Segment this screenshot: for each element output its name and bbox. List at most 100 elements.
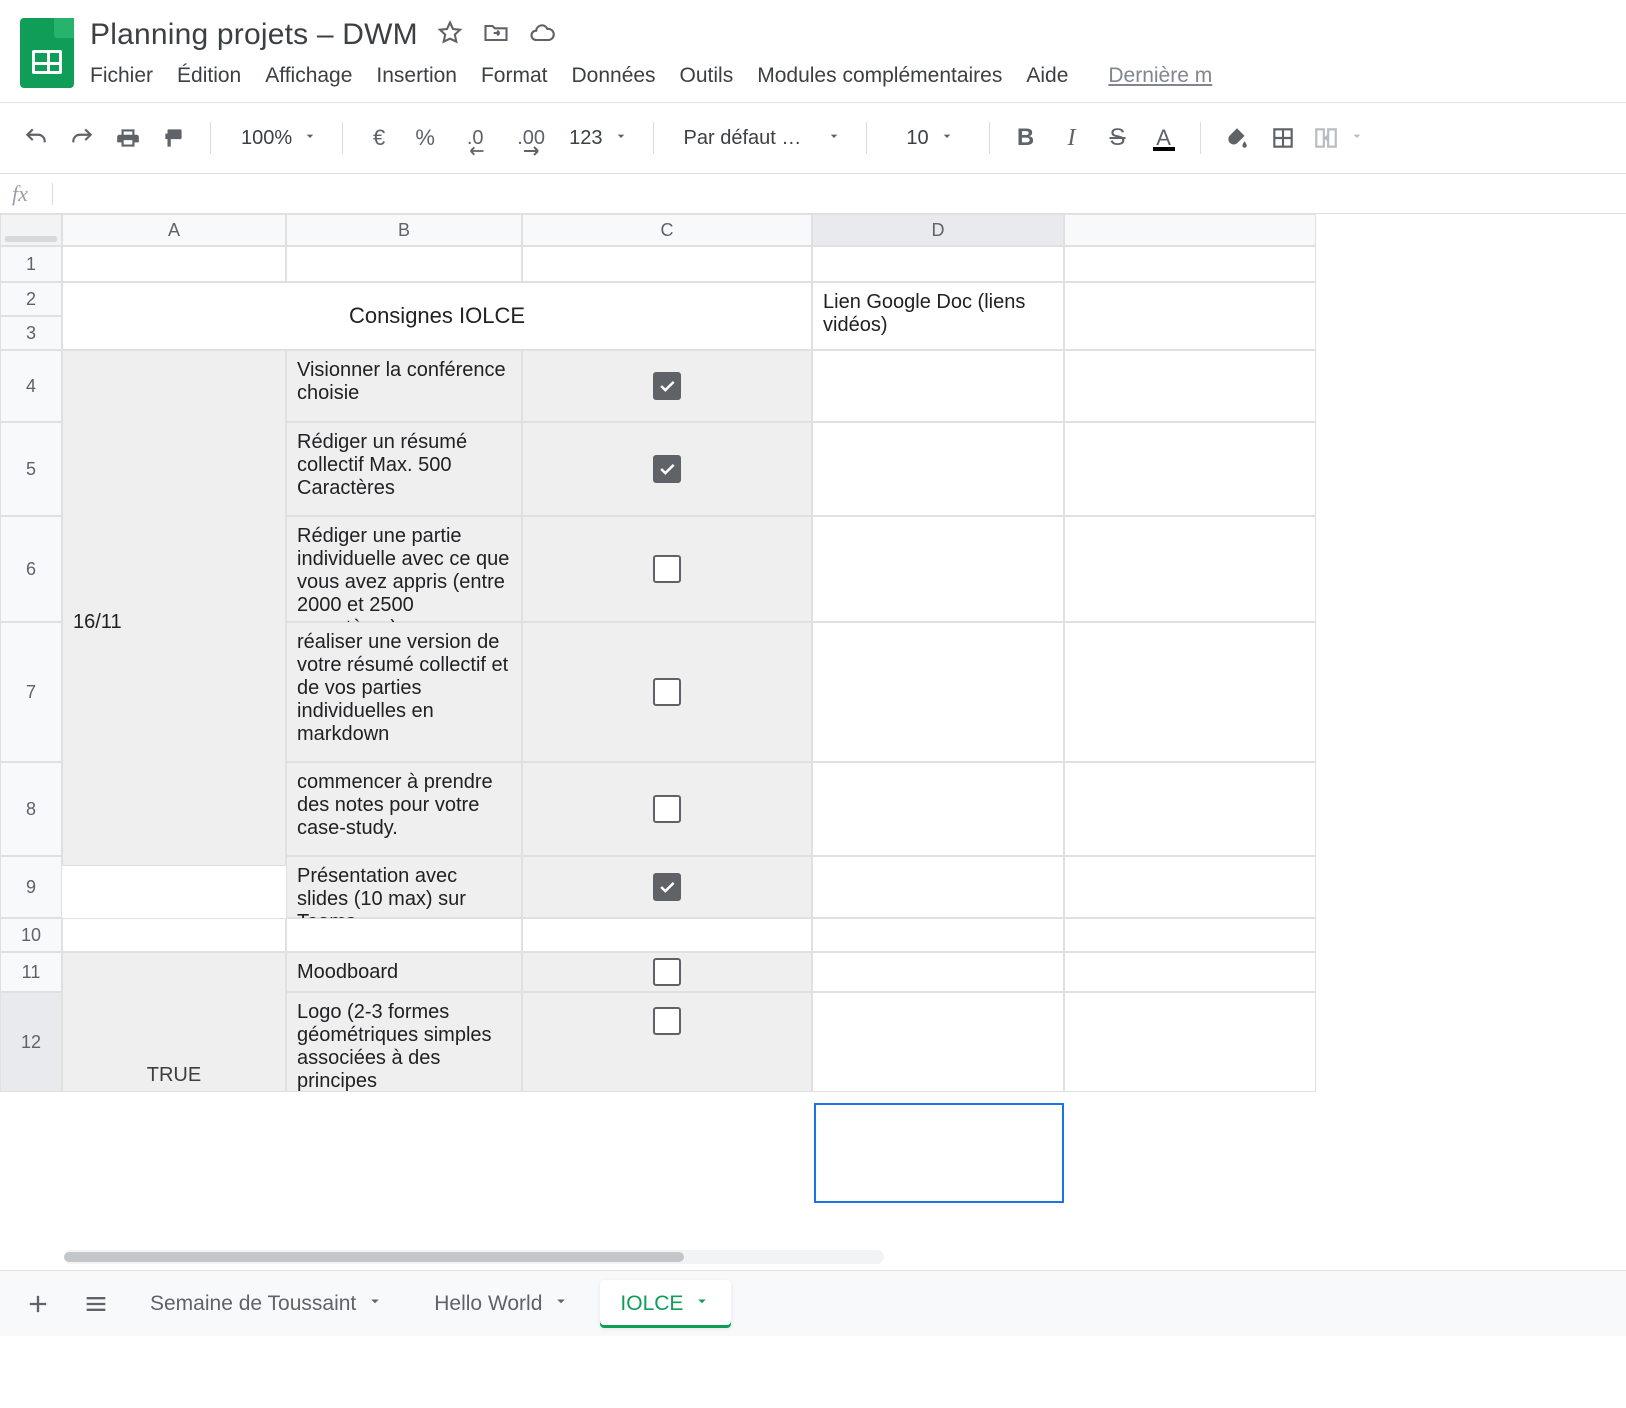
add-sheet-button[interactable] [14, 1280, 62, 1328]
menu-insertion[interactable]: Insertion [376, 64, 457, 88]
cell-e11[interactable] [1064, 952, 1316, 992]
cell-d12[interactable] [812, 992, 1064, 1092]
menu-format[interactable]: Format [481, 64, 548, 88]
paint-format-button[interactable] [154, 118, 194, 158]
font-size-select[interactable]: 10 [883, 118, 973, 158]
cell-d1[interactable] [812, 246, 1064, 282]
row-head-4[interactable]: 4 [0, 350, 62, 422]
cell-b5[interactable]: Rédiger un résumé collectif Max. 500 Car… [286, 422, 522, 516]
row-head-9[interactable]: 9 [0, 856, 62, 918]
row-head-12[interactable]: 12 [0, 992, 62, 1092]
cell-b7[interactable]: réaliser une version de votre résumé col… [286, 622, 522, 762]
text-color-button[interactable]: A [1144, 118, 1184, 158]
cell-c9[interactable] [522, 856, 812, 918]
undo-button[interactable] [16, 118, 56, 158]
cell-b9[interactable]: Présentation avec slides (10 max) sur Te… [286, 856, 522, 918]
row-head-5[interactable]: 5 [0, 422, 62, 516]
row-head-10[interactable]: 10 [0, 918, 62, 952]
scrollbar-thumb[interactable] [64, 1252, 684, 1262]
cloud-status-icon[interactable] [528, 19, 556, 52]
tab-iolce[interactable]: IOLCE [600, 1280, 731, 1328]
strikethrough-button[interactable]: S [1098, 118, 1138, 158]
checkbox-row11[interactable] [653, 958, 681, 986]
cell-c8[interactable] [522, 762, 812, 856]
cell-c7[interactable] [522, 622, 812, 762]
percent-button[interactable]: % [405, 118, 445, 158]
checkbox-row12[interactable] [653, 1007, 681, 1035]
checkbox-row4[interactable] [653, 372, 681, 400]
col-head-d[interactable]: D [812, 214, 1064, 246]
cell-c11[interactable] [522, 952, 812, 992]
checkbox-row7[interactable] [653, 678, 681, 706]
checkbox-row6[interactable] [653, 555, 681, 583]
select-all-corner[interactable] [0, 214, 62, 246]
cell-consignes-title[interactable]: Consignes IOLCE [62, 282, 812, 350]
cell-e2[interactable] [1064, 282, 1316, 350]
cell-c1[interactable] [522, 246, 812, 282]
col-head-c[interactable]: C [522, 214, 812, 246]
merge-cells-button[interactable] [1309, 118, 1369, 158]
cell-c10[interactable] [522, 918, 812, 952]
cell-a-block2[interactable]: TRUE [62, 952, 286, 1092]
cell-c12[interactable] [522, 992, 812, 1092]
cell-b1[interactable] [286, 246, 522, 282]
font-select[interactable]: Par défaut … [670, 118, 850, 158]
tab-hello-world[interactable]: Hello World [414, 1280, 590, 1328]
cell-d7[interactable] [812, 622, 1064, 762]
number-format-select[interactable]: 123 [563, 118, 636, 158]
cell-e5[interactable] [1064, 422, 1316, 516]
row-head-2[interactable]: 2 [0, 282, 62, 316]
cell-e1[interactable] [1064, 246, 1316, 282]
all-sheets-button[interactable] [72, 1280, 120, 1328]
cell-b12[interactable]: Logo (2-3 formes géométriques simples as… [286, 992, 522, 1092]
cell-e10[interactable] [1064, 918, 1316, 952]
cell-e7[interactable] [1064, 622, 1316, 762]
cell-e8[interactable] [1064, 762, 1316, 856]
zoom-select[interactable]: 100% [227, 118, 326, 158]
spreadsheet-grid[interactable]: A B C D 1 2 Consignes IOLCE Lien Google … [0, 214, 1626, 1092]
cell-c4[interactable] [522, 350, 812, 422]
cell-d6[interactable] [812, 516, 1064, 622]
row-head-1[interactable]: 1 [0, 246, 62, 282]
cell-a10[interactable] [62, 918, 286, 952]
tab-semaine-toussaint[interactable]: Semaine de Toussaint [130, 1280, 404, 1328]
checkbox-row5[interactable] [653, 455, 681, 483]
menu-affichage[interactable]: Affichage [265, 64, 352, 88]
cell-d10[interactable] [812, 918, 1064, 952]
menu-aide[interactable]: Aide [1026, 64, 1068, 88]
col-head-b[interactable]: B [286, 214, 522, 246]
cell-e9[interactable] [1064, 856, 1316, 918]
cell-b8[interactable]: commencer à prendre des notes pour votre… [286, 762, 522, 856]
row-head-11[interactable]: 11 [0, 952, 62, 992]
grid-area[interactable]: A B C D 1 2 Consignes IOLCE Lien Google … [0, 214, 1626, 1270]
cell-d-header[interactable]: Lien Google Doc (liens vidéos) [812, 282, 1064, 350]
cell-b10[interactable] [286, 918, 522, 952]
formula-input[interactable] [65, 182, 1614, 205]
cell-d4[interactable] [812, 350, 1064, 422]
cell-e12[interactable] [1064, 992, 1316, 1092]
row-head-3[interactable]: 3 [0, 316, 62, 350]
cell-d9[interactable] [812, 856, 1064, 918]
cell-a1[interactable] [62, 246, 286, 282]
row-head-7[interactable]: 7 [0, 622, 62, 762]
currency-button[interactable]: € [359, 118, 399, 158]
cell-b6[interactable]: Rédiger une partie individuelle avec ce … [286, 516, 522, 622]
cell-d11[interactable] [812, 952, 1064, 992]
row-head-6[interactable]: 6 [0, 516, 62, 622]
cell-e4[interactable] [1064, 350, 1316, 422]
borders-button[interactable] [1263, 118, 1303, 158]
cell-b11[interactable]: Moodboard [286, 952, 522, 992]
star-icon[interactable] [436, 19, 464, 52]
checkbox-row9[interactable] [653, 873, 681, 901]
italic-button[interactable]: I [1052, 118, 1092, 158]
last-edit-link[interactable]: Dernière m [1108, 64, 1212, 88]
col-head-e[interactable] [1064, 214, 1316, 246]
doc-title[interactable]: Planning projets – DWM [90, 18, 418, 52]
bold-button[interactable]: B [1006, 118, 1046, 158]
col-head-a[interactable]: A [62, 214, 286, 246]
fill-color-button[interactable] [1217, 118, 1257, 158]
print-button[interactable] [108, 118, 148, 158]
cell-c5[interactable] [522, 422, 812, 516]
increase-decimals-button[interactable]: .00 [505, 118, 557, 158]
cell-e6[interactable] [1064, 516, 1316, 622]
